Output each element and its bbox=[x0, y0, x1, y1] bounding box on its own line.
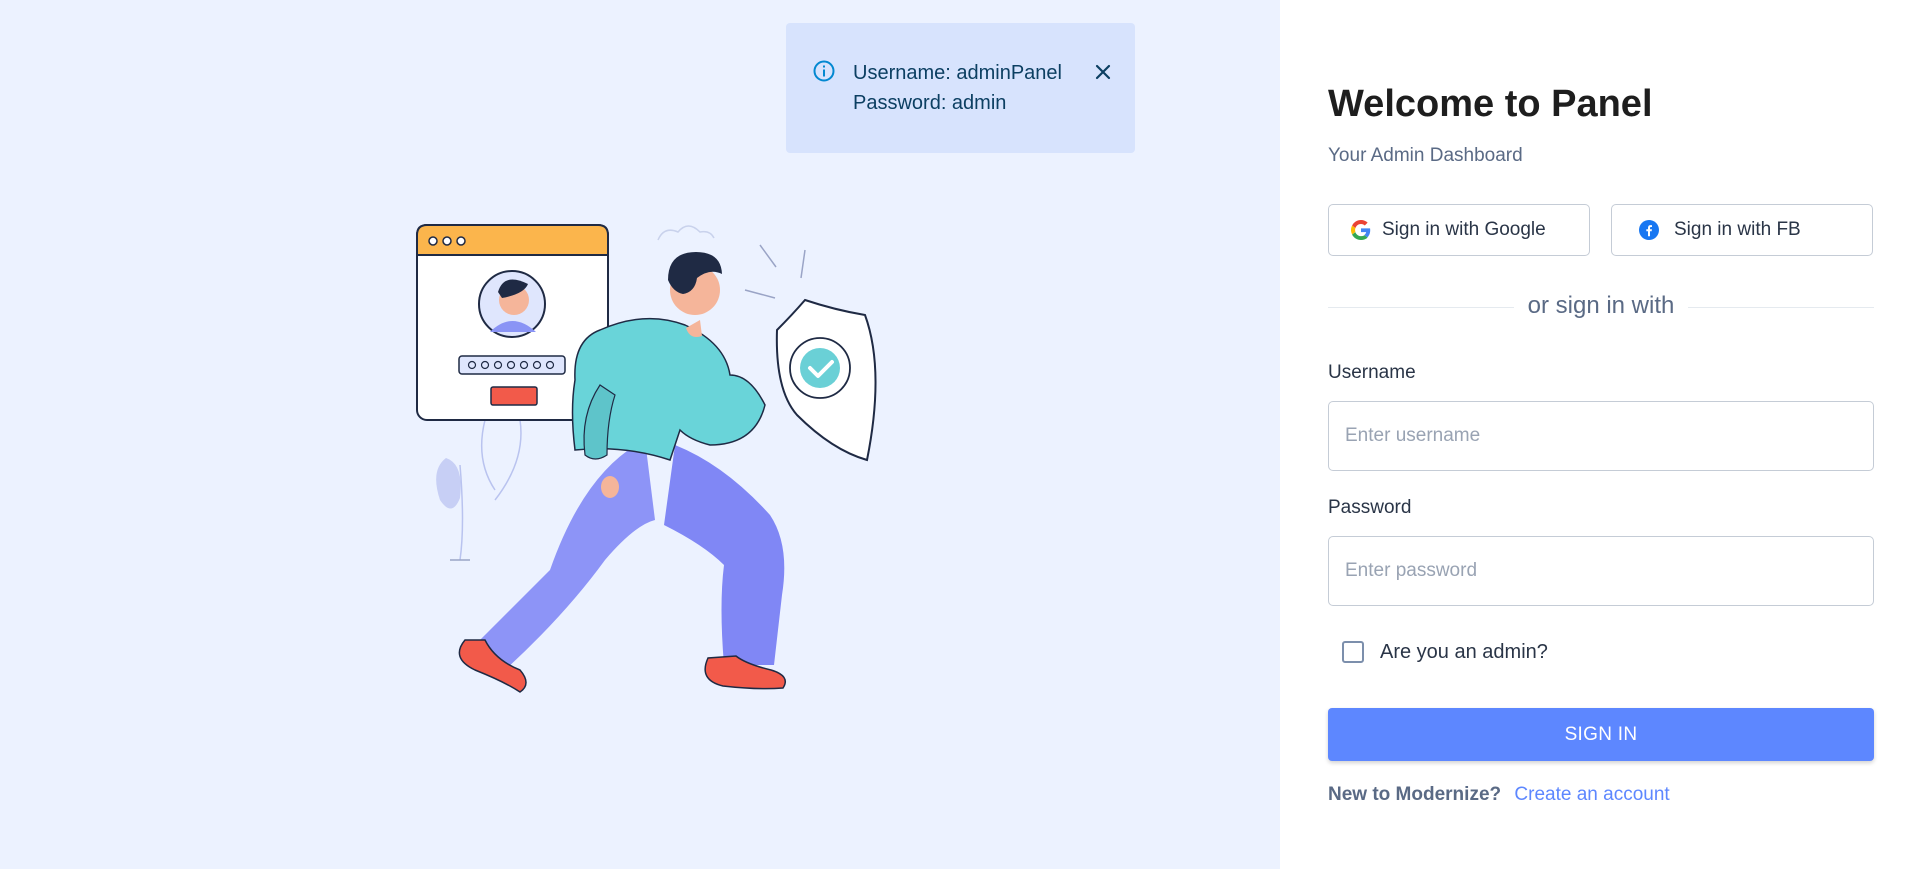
divider-line-right bbox=[1688, 307, 1874, 308]
facebook-icon bbox=[1638, 219, 1660, 241]
google-signin-label: Sign in with Google bbox=[1382, 219, 1546, 240]
credentials-alert: Username: adminPanel Password: admin bbox=[786, 23, 1135, 153]
info-icon bbox=[812, 59, 836, 83]
page-title: Welcome to Panel bbox=[1328, 83, 1653, 125]
divider-text: or sign in with bbox=[1527, 292, 1675, 319]
alert-message: Username: adminPanel Password: admin bbox=[853, 58, 1062, 118]
login-pane: Welcome to Panel Your Admin Dashboard Si… bbox=[1280, 0, 1920, 869]
alert-username-line: Username: adminPanel bbox=[853, 62, 1062, 84]
password-label: Password bbox=[1328, 497, 1412, 518]
facebook-signin-label: Sign in with FB bbox=[1674, 219, 1801, 240]
illustration-pane: Username: adminPanel Password: admin bbox=[0, 0, 1280, 869]
signup-footer: New to Modernize? Create an account bbox=[1328, 784, 1670, 806]
alert-password-line: Password: admin bbox=[853, 92, 1007, 114]
admin-checkbox[interactable] bbox=[1342, 641, 1364, 663]
google-signin-button[interactable]: Sign in with Google bbox=[1328, 204, 1590, 256]
username-label: Username bbox=[1328, 362, 1416, 383]
password-input[interactable] bbox=[1328, 536, 1874, 606]
admin-checkbox-label[interactable]: Are you an admin? bbox=[1380, 641, 1548, 664]
signup-question: New to Modernize? bbox=[1328, 784, 1502, 805]
google-icon bbox=[1350, 219, 1372, 241]
admin-checkbox-row: Are you an admin? bbox=[1328, 636, 1548, 668]
create-account-link[interactable]: Create an account bbox=[1514, 784, 1669, 805]
or-divider: or sign in with bbox=[1328, 292, 1874, 322]
facebook-signin-button[interactable]: Sign in with FB bbox=[1611, 204, 1873, 256]
page-subtitle: Your Admin Dashboard bbox=[1328, 145, 1523, 166]
person-with-shield-illustration bbox=[416, 224, 877, 693]
sign-in-button[interactable]: SIGN IN bbox=[1328, 708, 1874, 761]
username-input[interactable] bbox=[1328, 401, 1874, 471]
close-icon[interactable] bbox=[1090, 59, 1116, 85]
